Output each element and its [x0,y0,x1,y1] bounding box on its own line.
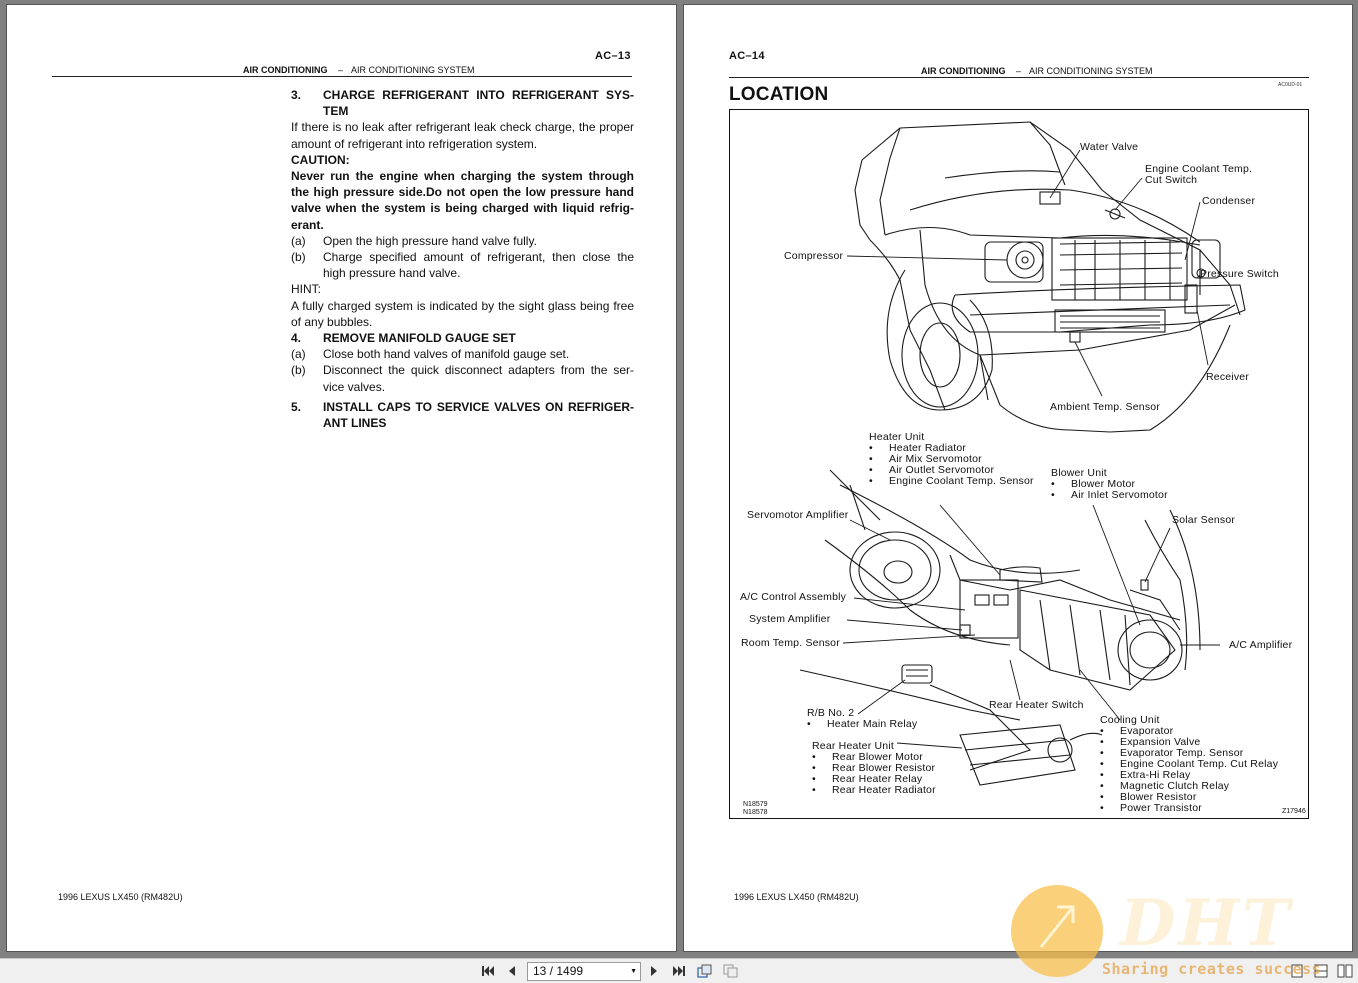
page-number-select[interactable]: 13 / 1499 ▼ [527,962,641,981]
hint-label: HINT: [291,282,321,297]
list-item: Power Transistor [1100,803,1278,814]
rear-heater-unit-list: Rear Blower MotorRear Blower ResistorRea… [812,752,936,796]
last-page-icon[interactable] [670,963,688,979]
header-rule [729,77,1309,78]
ect-switch-label-line2: Cut Switch [1145,174,1198,186]
ac-amplifier-label: A/C Amplifier [1229,639,1293,651]
first-page-icon[interactable] [479,963,497,979]
step-3a: (a) Open the high pressure hand valve fu… [291,233,537,248]
rear-heater-switch-label: Rear Heater Switch [989,699,1084,711]
caution-text: Never run the engine when charging the s… [291,169,634,232]
heater-unit-list: Heater RadiatorAir Mix ServomotorAir Out… [869,443,1034,487]
page-ac-14: AC–14 AIR CONDITIONING – AIR CONDITIONIN… [683,4,1353,952]
servomotor-amplifier-label: Servomotor Amplifier [747,509,849,521]
section-code: AC–14 [729,50,765,62]
procedure-text: 3. CHARGE REFRIGERANT INTO REFRIGERANT S… [291,87,634,431]
blower-unit-list: Blower MotorAir Inlet Servomotor [1051,479,1168,501]
prev-page-icon[interactable] [503,963,521,979]
cooling-unit-list: EvaporatorExpansion ValveEvaporator Temp… [1100,726,1278,814]
step-3-text: If there is no leak after refrigerant le… [291,120,634,151]
fit-icon[interactable] [722,963,740,979]
watermark: DHT Sharing creates success [1010,884,1358,983]
caution-label: CAUTION: [291,152,350,167]
ambient-sensor-label: Ambient Temp. Sensor [1050,401,1161,413]
step-3: 3. CHARGE REFRIGERANT INTO REFRIGERANT S… [291,88,634,119]
step-4: 4. REMOVE MANIFOLD GAUGE SET [291,331,516,346]
step-3b: (b) Charge specified amount of refrigera… [291,250,634,281]
chevron-down-icon: ▼ [630,968,637,975]
page-header: AIR CONDITIONING – AIR CONDITIONING SYST… [243,65,475,75]
watermark-slogan: Sharing creates success [1102,960,1322,978]
ac-control-label: A/C Control Assembly [740,591,847,603]
page-footer: 1996 LEXUS LX450 (RM482U) [58,892,183,902]
figure-code: N18579 N18578 [743,801,768,816]
page-footer: 1996 LEXUS LX450 (RM482U) [734,892,859,902]
rb-list: Heater Main Relay [807,719,917,730]
room-sensor-label: Room Temp. Sensor [741,637,840,649]
document-viewer[interactable]: AC–13 AIR CONDITIONING – AIR CONDITIONIN… [0,0,1358,958]
section-code: AC–13 [595,50,631,62]
solar-sensor-label: Solar Sensor [1172,514,1236,526]
list-item: Air Inlet Servomotor [1051,490,1168,501]
hint-text: A fully charged system is indicated by t… [291,298,634,329]
watermark-logo: DHT [1120,886,1293,961]
list-item: Engine Coolant Temp. Sensor [869,476,1034,487]
list-item: Rear Heater Radiator [812,785,936,796]
page-header: AIR CONDITIONING – AIR CONDITIONING SYST… [921,66,1153,76]
header-rule [52,76,632,77]
rotate-icon[interactable] [696,963,714,979]
system-amplifier-label: System Amplifier [749,613,831,625]
step-4b: (b) Disconnect the quick disconnect adap… [291,363,634,394]
watermark-logo-circle [1011,885,1103,977]
doc-code: AC0UD-01 [1278,82,1303,88]
step-5: 5. INSTALL CAPS TO SERVICE VALVES ON REF… [291,399,634,431]
figure-code: Z17946 [1282,808,1306,815]
arrow-icon [1039,905,1075,948]
pressure-switch-label: Pressure Switch [1200,268,1279,280]
water-valve-label: Water Valve [1080,141,1139,153]
location-diagram: Water Valve Engine Coolant Temp. Cut Swi… [729,109,1309,819]
compressor-label: Compressor [784,250,844,262]
next-page-icon[interactable] [645,963,663,979]
condenser-label: Condenser [1202,195,1256,207]
location-title: LOCATION [729,84,829,105]
page-ac-13: AC–13 AIR CONDITIONING – AIR CONDITIONIN… [6,4,677,952]
receiver-label: Receiver [1206,371,1250,383]
list-item: Heater Main Relay [807,719,917,730]
step-4a: (a) Close both hand valves of manifold g… [291,347,570,362]
